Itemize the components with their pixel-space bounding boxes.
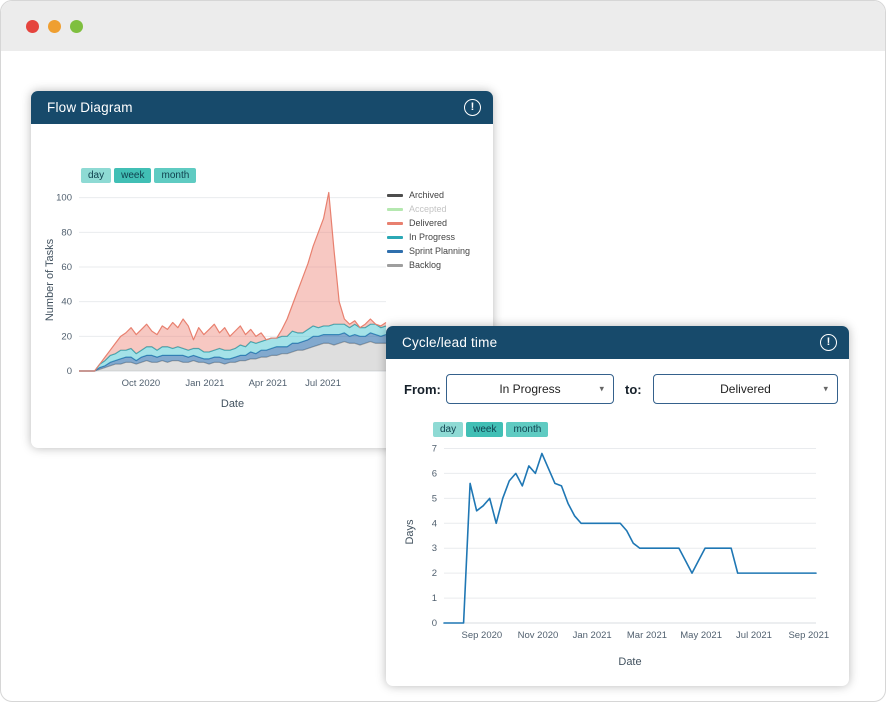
interval-week-button[interactable]: week bbox=[114, 168, 152, 183]
cycle-card-title: Cycle/lead time bbox=[402, 335, 498, 350]
window-titlebar bbox=[1, 1, 885, 51]
flow-interval-toggle: day week month bbox=[81, 168, 197, 183]
legend-item-accepted[interactable]: Accepted bbox=[387, 204, 470, 214]
legend-swatch-icon bbox=[387, 207, 403, 211]
from-status-value: In Progress bbox=[499, 382, 561, 396]
legend-item-archived[interactable]: Archived bbox=[387, 190, 470, 200]
app-window: Flow Diagram ! day week month 0 20 40 60 80 100… bbox=[0, 0, 886, 702]
chevron-down-icon: ▾ bbox=[823, 383, 828, 394]
interval-day-button[interactable]: day bbox=[433, 422, 464, 437]
y-tick-label: 80 bbox=[61, 227, 72, 238]
interval-month-button[interactable]: month bbox=[154, 168, 197, 183]
y-tick-label: 6 bbox=[432, 468, 437, 479]
legend-swatch-icon bbox=[387, 235, 403, 239]
y-tick-label: 20 bbox=[61, 331, 72, 342]
cycle-lead-time-card: Cycle/lead time ! From: In Progress ▾ to… bbox=[386, 326, 849, 686]
legend-label: Delivered bbox=[409, 218, 448, 228]
y-tick-label: 100 bbox=[56, 193, 72, 204]
y-tick-label: 40 bbox=[61, 297, 72, 308]
flow-card-title: Flow Diagram bbox=[47, 100, 133, 115]
y-tick-label: 0 bbox=[67, 366, 72, 377]
flow-legend: Archived Accepted Delivered In Progress Spri… bbox=[387, 190, 470, 270]
y-tick-label: 5 bbox=[432, 493, 437, 504]
interval-day-button[interactable]: day bbox=[81, 168, 112, 183]
legend-label: Archived bbox=[409, 190, 445, 200]
legend-label: Backlog bbox=[409, 260, 442, 270]
legend-label: In Progress bbox=[409, 232, 456, 242]
y-axis-title: Days bbox=[404, 519, 416, 545]
chevron-down-icon: ▾ bbox=[599, 383, 604, 394]
legend-item-in-progress[interactable]: In Progress bbox=[387, 232, 470, 242]
x-tick-label: Jul 2021 bbox=[305, 378, 341, 389]
interval-month-button[interactable]: month bbox=[506, 422, 549, 437]
x-tick-label: Apr 2021 bbox=[249, 378, 288, 389]
legend-item-sprint-planning[interactable]: Sprint Planning bbox=[387, 246, 470, 256]
x-tick-label: Sep 2020 bbox=[462, 630, 503, 641]
close-button[interactable] bbox=[26, 19, 39, 33]
legend-swatch-icon bbox=[387, 221, 403, 225]
cycle-interval-toggle: day week month bbox=[433, 422, 549, 437]
cycle-card-header: Cycle/lead time ! bbox=[386, 326, 849, 359]
x-axis-title: Date bbox=[221, 398, 244, 410]
legend-item-delivered[interactable]: Delivered bbox=[387, 218, 470, 228]
legend-swatch-icon bbox=[387, 249, 403, 253]
zoom-button[interactable] bbox=[70, 19, 83, 33]
cycle-lead-time-chart: 0 1 2 3 4 5 6 7 Sep 2020 Nov 2020 Jan 2021 Mar 2021… bbox=[404, 443, 829, 668]
x-tick-label: Nov 2020 bbox=[518, 630, 559, 641]
x-tick-label: Mar 2021 bbox=[627, 630, 667, 641]
y-tick-label: 0 bbox=[432, 618, 437, 629]
from-label: From: bbox=[404, 382, 441, 397]
x-axis-title: Date bbox=[618, 656, 641, 668]
y-tick-label: 3 bbox=[432, 543, 437, 554]
legend-item-backlog[interactable]: Backlog bbox=[387, 260, 470, 270]
y-tick-label: 4 bbox=[432, 518, 437, 529]
y-axis-title: Number of Tasks bbox=[44, 238, 56, 321]
x-tick-label: Oct 2020 bbox=[122, 378, 161, 389]
to-status-value: Delivered bbox=[720, 382, 771, 396]
from-status-select[interactable]: In Progress ▾ bbox=[446, 374, 614, 404]
x-tick-label: May 2021 bbox=[680, 630, 722, 641]
legend-swatch-icon bbox=[387, 263, 403, 267]
x-tick-label: Jan 2021 bbox=[573, 630, 612, 641]
x-tick-label: Jan 2021 bbox=[185, 378, 224, 389]
x-tick-label: Sep 2021 bbox=[788, 630, 829, 641]
legend-label: Sprint Planning bbox=[409, 246, 471, 256]
flow-card-header: Flow Diagram ! bbox=[31, 91, 493, 124]
minimize-button[interactable] bbox=[48, 19, 61, 33]
alert-icon[interactable]: ! bbox=[464, 99, 481, 116]
to-label: to: bbox=[625, 382, 642, 397]
to-status-select[interactable]: Delivered ▾ bbox=[653, 374, 838, 404]
legend-swatch-icon bbox=[387, 193, 403, 197]
x-tick-label: Jul 2021 bbox=[736, 630, 772, 641]
interval-week-button[interactable]: week bbox=[466, 422, 504, 437]
legend-label: Accepted bbox=[409, 204, 447, 214]
y-tick-label: 60 bbox=[61, 262, 72, 273]
y-tick-label: 7 bbox=[432, 443, 437, 454]
y-tick-label: 2 bbox=[432, 568, 437, 579]
alert-icon[interactable]: ! bbox=[820, 334, 837, 351]
y-tick-label: 1 bbox=[432, 593, 437, 604]
